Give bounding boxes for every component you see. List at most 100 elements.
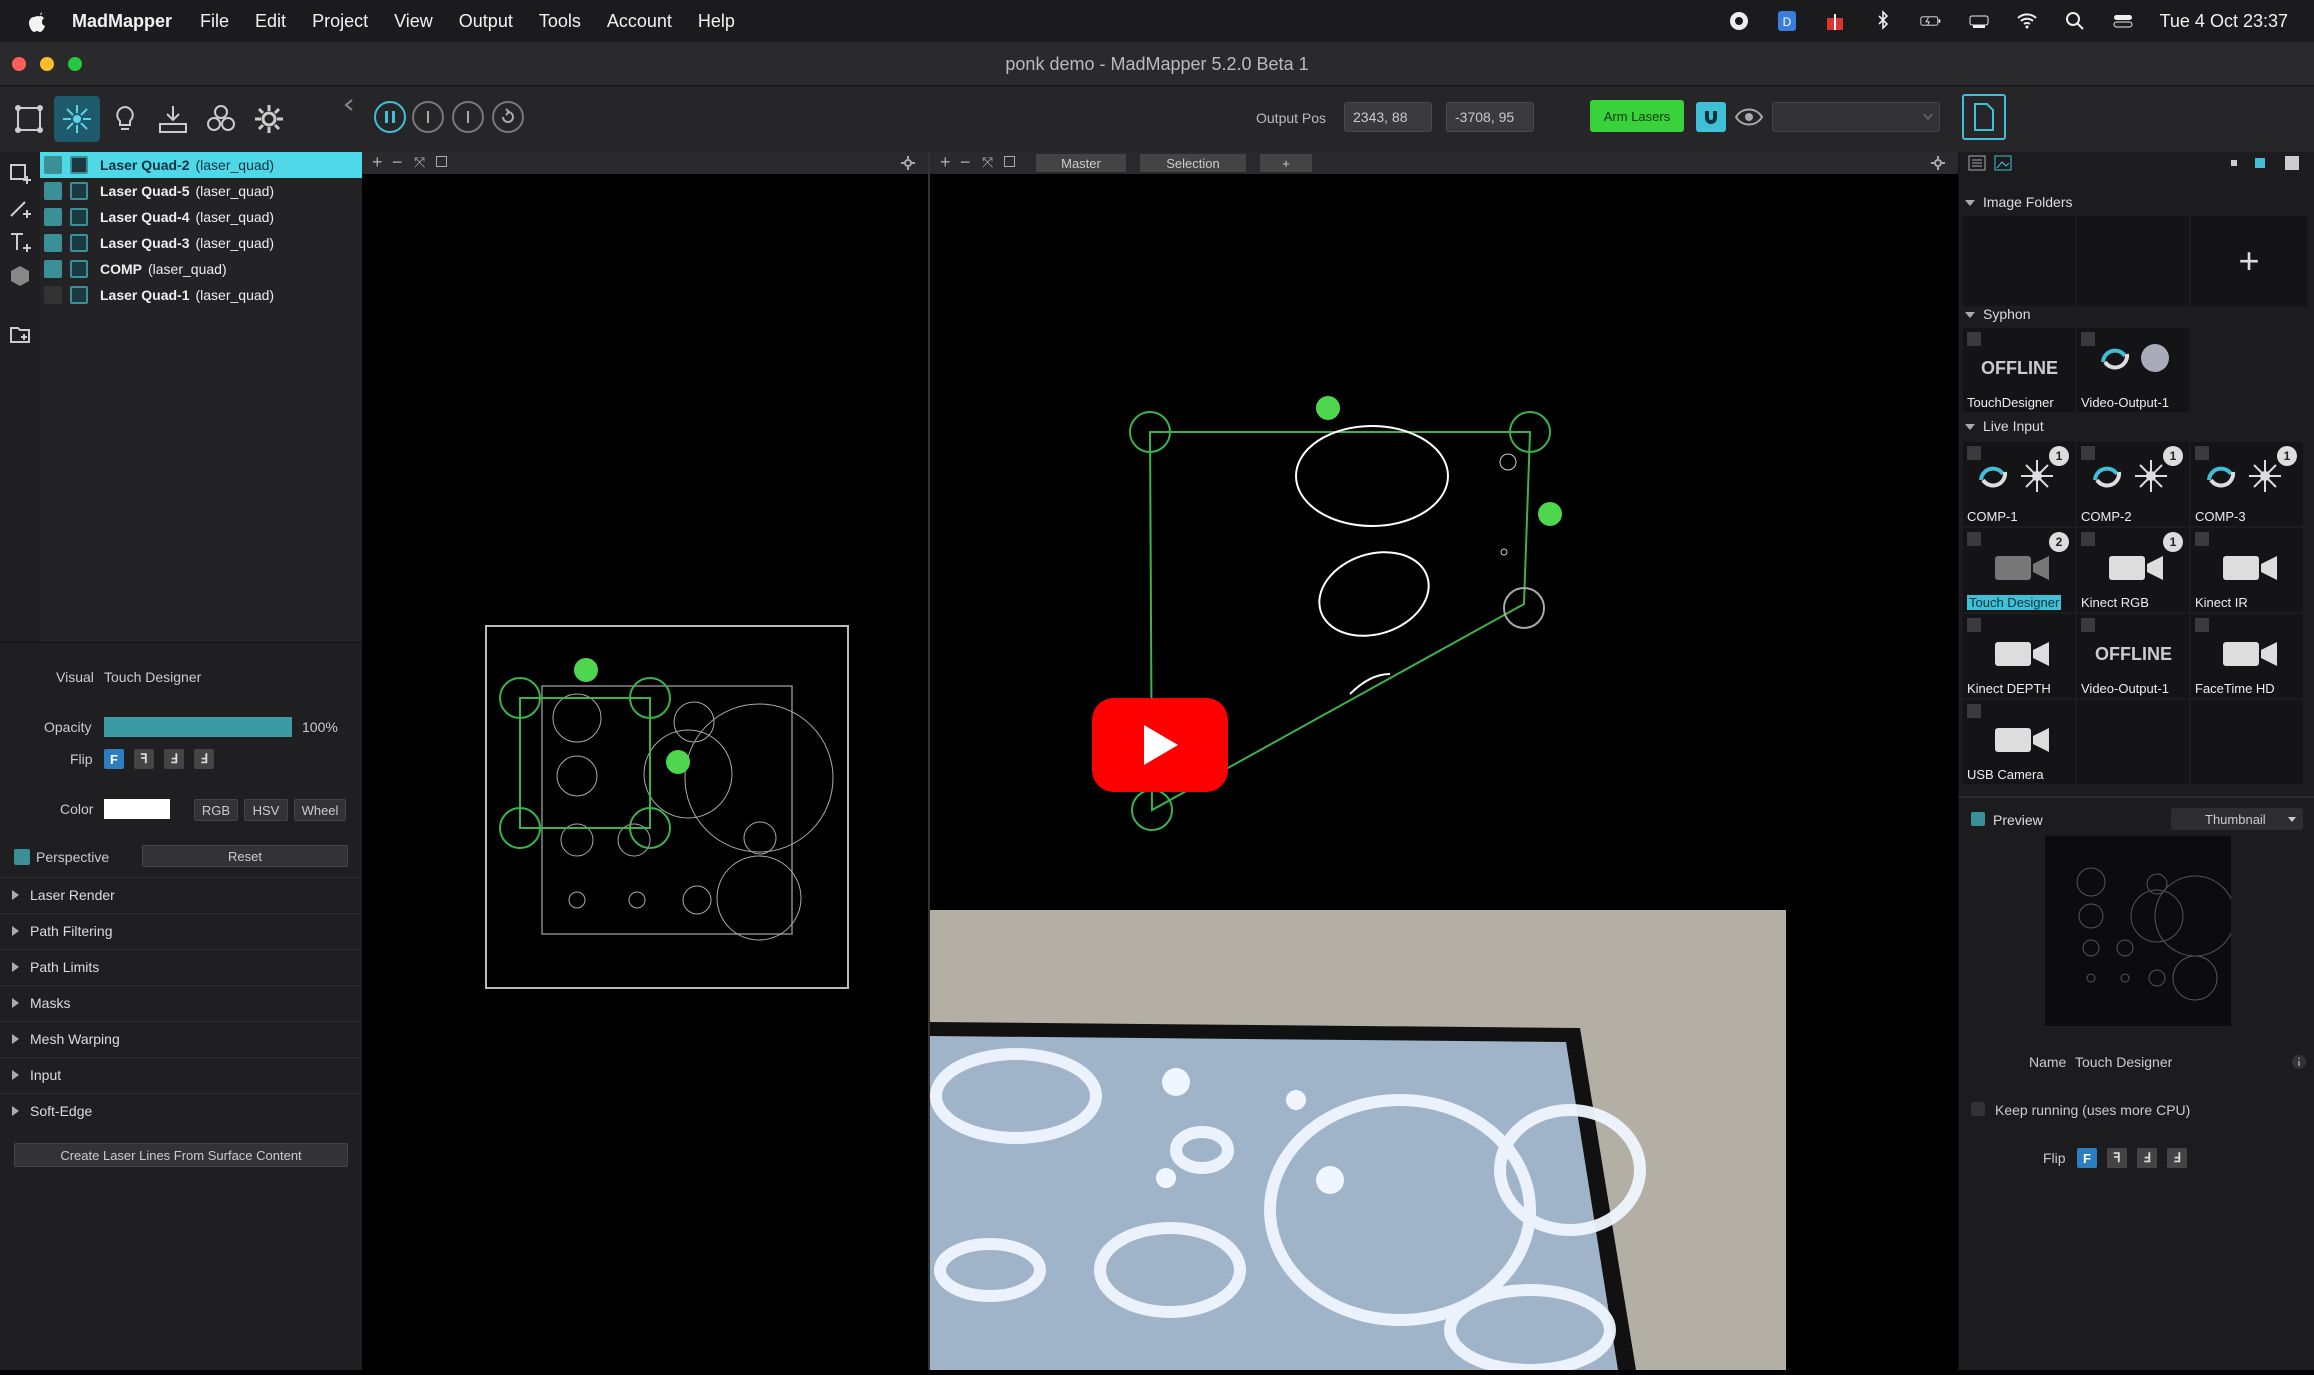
output-select-dropdown[interactable] [1772, 102, 1940, 132]
fit-icon[interactable]: ⤧ [414, 154, 425, 171]
menu-view[interactable]: View [394, 11, 433, 32]
flip-horizontal-button[interactable]: ꟻ [134, 749, 154, 769]
flip-horizontal-button[interactable]: ꟻ [2107, 1148, 2127, 1168]
flip-both-button[interactable]: ꓞ [194, 749, 214, 769]
gift-icon[interactable] [1824, 10, 1846, 32]
medium-thumbs-icon[interactable] [2255, 158, 2265, 168]
wheel-mode-button[interactable]: Wheel [294, 799, 346, 821]
pause-button[interactable] [374, 101, 406, 133]
preview-checkbox[interactable] [1971, 812, 1985, 826]
record-icon[interactable] [1728, 10, 1750, 32]
section-input[interactable]: Input [0, 1057, 362, 1091]
tab-selection[interactable]: Selection [1140, 154, 1246, 172]
visibility-checkbox[interactable] [44, 156, 62, 174]
arm-lasers-button[interactable]: Arm Lasers [1590, 100, 1684, 132]
section-mesh-warping[interactable]: Mesh Warping [0, 1021, 362, 1055]
list-view-icon[interactable] [1967, 154, 1987, 172]
media-tile[interactable]: 1 Kinect RGB [2077, 528, 2189, 612]
section-path-filtering[interactable]: Path Filtering [0, 913, 362, 947]
document-app-icon[interactable]: D [1776, 10, 1798, 32]
menu-account[interactable]: Account [607, 11, 672, 32]
add-group-icon[interactable] [8, 322, 32, 346]
flip-vertical-button[interactable]: Ⅎ [164, 749, 184, 769]
view-settings-gear-icon[interactable] [900, 155, 916, 171]
wifi-icon[interactable] [2016, 10, 2038, 32]
fullscreen-icon[interactable] [1004, 156, 1015, 167]
menubar-clock[interactable]: Tue 4 Oct 23:37 [2160, 11, 2288, 32]
magnet-button[interactable] [1696, 102, 1726, 132]
name-value[interactable]: Touch Designer [2075, 1054, 2172, 1070]
lock-icon[interactable] [70, 208, 88, 226]
lock-icon[interactable] [70, 234, 88, 252]
restart-button[interactable] [492, 101, 524, 133]
bluetooth-icon[interactable] [1872, 10, 1894, 32]
flip-vertical-button[interactable]: Ⅎ [2137, 1148, 2157, 1168]
flip-none-button[interactable]: F [2077, 1148, 2097, 1168]
media-tile[interactable]: 1 COMP-3 [2191, 442, 2303, 526]
collapse-arrow-icon[interactable] [342, 98, 356, 112]
section-path-limits[interactable]: Path Limits [0, 949, 362, 983]
keep-running-checkbox[interactable] [1971, 1102, 1985, 1116]
section-masks[interactable]: Masks [0, 985, 362, 1019]
info-icon[interactable] [2291, 1054, 2307, 1070]
menu-output[interactable]: Output [459, 11, 513, 32]
color-swatch[interactable] [104, 799, 170, 819]
media-tile[interactable]: 1 COMP-1 [1963, 442, 2075, 526]
layer-row[interactable]: Laser Quad-3 (laser_quad) [40, 230, 362, 256]
live-input-header[interactable]: Live Input [1965, 418, 2044, 434]
eye-icon[interactable] [1734, 104, 1764, 130]
settings-button[interactable] [246, 96, 292, 142]
tab-master[interactable]: Master [1036, 154, 1126, 172]
output-pos-x-field[interactable]: 2343, 88 [1344, 102, 1432, 132]
preview-mode-dropdown[interactable]: Thumbnail [2171, 808, 2303, 830]
opacity-slider[interactable] [104, 717, 292, 737]
view-settings-gear-icon[interactable] [1930, 155, 1946, 171]
layer-row[interactable]: Laser Quad-4 (laser_quad) [40, 204, 362, 230]
reset-button[interactable]: Reset [142, 845, 348, 867]
section-soft-edge[interactable]: Soft-Edge [0, 1093, 362, 1127]
syphon-header[interactable]: Syphon [1965, 306, 2030, 322]
lock-icon[interactable] [70, 182, 88, 200]
media-tile[interactable]: USB Camera [1963, 700, 2075, 784]
zoom-out-icon[interactable]: − [392, 152, 403, 173]
perspective-checkbox[interactable] [14, 849, 30, 865]
media-tile[interactable]: Video-Output-1 [2077, 328, 2189, 412]
media-tile[interactable]: 2 Touch Designer [1963, 528, 2075, 612]
media-tile[interactable]: Kinect DEPTH [1963, 614, 2075, 698]
media-tile[interactable]: 1 COMP-2 [2077, 442, 2189, 526]
layer-row[interactable]: Laser Quad-1 (laser_quad) [40, 282, 362, 308]
zoom-out-icon[interactable]: − [960, 152, 971, 173]
layer-row[interactable]: Laser Quad-5 (laser_quad) [40, 178, 362, 204]
surfaces-mode-button[interactable] [6, 96, 52, 142]
lock-icon[interactable] [70, 156, 88, 174]
add-line-icon[interactable] [8, 196, 32, 220]
add-3d-object-icon[interactable] [8, 264, 32, 288]
hsv-mode-button[interactable]: HSV [244, 799, 288, 821]
large-thumbs-icon[interactable] [2285, 156, 2299, 170]
flip-both-button[interactable]: ꓞ [2167, 1148, 2187, 1168]
lock-icon[interactable] [70, 286, 88, 304]
visual-value[interactable]: Touch Designer [104, 669, 201, 685]
create-laser-lines-button[interactable]: Create Laser Lines From Surface Content [14, 1143, 348, 1167]
visibility-checkbox[interactable] [44, 260, 62, 278]
visibility-checkbox[interactable] [44, 208, 62, 226]
image-view-icon[interactable] [1993, 154, 2013, 172]
layer-row[interactable]: COMP (laser_quad) [40, 256, 362, 282]
rgb-mode-button[interactable]: RGB [194, 799, 238, 821]
media-tile[interactable]: OFFLINE TouchDesigner [1963, 328, 2075, 412]
menu-tools[interactable]: Tools [539, 11, 581, 32]
step-back-button[interactable] [412, 101, 444, 133]
media-tile[interactable]: OFFLINE Video-Output-1 [2077, 614, 2189, 698]
add-tab-button[interactable]: + [1260, 154, 1312, 172]
section-laser-render[interactable]: Laser Render [0, 877, 362, 911]
output-mode-button[interactable] [150, 96, 196, 142]
search-icon[interactable] [2064, 10, 2086, 32]
project-file-button[interactable] [1962, 94, 2006, 140]
menu-file[interactable]: File [200, 11, 229, 32]
menu-help[interactable]: Help [698, 11, 735, 32]
add-text-icon[interactable] [8, 230, 32, 254]
youtube-play-button[interactable] [1092, 698, 1228, 792]
lock-icon[interactable] [70, 260, 88, 278]
add-quad-icon[interactable] [8, 162, 32, 186]
add-folder-button[interactable]: + [2191, 216, 2307, 306]
